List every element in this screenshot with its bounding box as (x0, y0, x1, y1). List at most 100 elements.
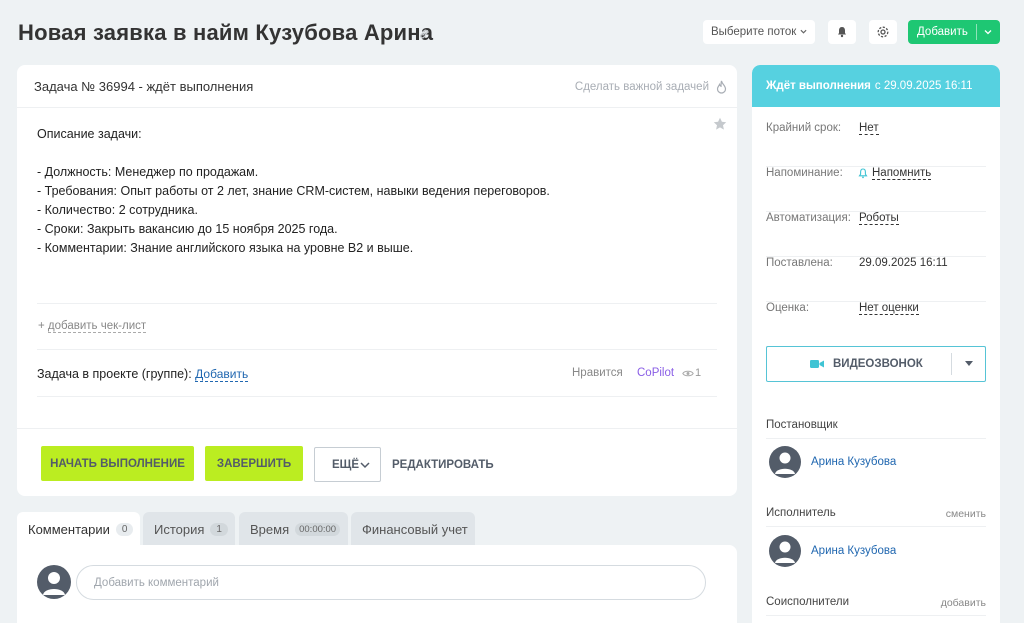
divider (37, 396, 717, 397)
like-button[interactable]: Нравится (572, 367, 623, 379)
assignee-label: Исполнитель (766, 507, 836, 519)
more-button[interactable]: ЕЩЁ (314, 447, 381, 482)
tab-time[interactable]: Время 00:00:00 (239, 512, 348, 546)
project-row: Задача в проекте (группе): Добавить (37, 367, 249, 382)
deadline-row: Крайний срок: Нет (766, 122, 986, 167)
deadline-value[interactable]: Нет (859, 122, 879, 135)
divider (976, 24, 977, 40)
description-line: - Сроки: Закрыть вакансию до 15 ноября 2… (37, 222, 338, 236)
finish-button[interactable]: ЗАВЕРШИТЬ (205, 446, 303, 481)
chevron-down-icon[interactable] (965, 361, 973, 367)
creator-label: Постановщик (766, 419, 838, 431)
bell-icon (858, 168, 868, 179)
change-assignee-link[interactable]: сменить (946, 508, 986, 520)
comments-area: Добавить комментарий (17, 545, 737, 623)
reminder-value[interactable]: Напомнить (872, 167, 932, 180)
assignee-person[interactable]: Арина Кузубова (769, 535, 969, 567)
avatar (769, 446, 801, 478)
sidebar: Ждёт выполнения с 29.09.2025 16:11 Крайн… (752, 65, 1000, 623)
automation-row: Автоматизация: Роботы (766, 212, 986, 257)
divider (951, 353, 952, 375)
tab-history[interactable]: История 1 (143, 512, 235, 546)
add-checklist[interactable]: + добавить чек-лист (38, 320, 147, 333)
divider (766, 615, 986, 616)
description-line: - Комментарии: Знание английского языка … (37, 241, 414, 255)
creator-person[interactable]: Арина Кузубова (769, 446, 969, 478)
video-camera-icon (810, 360, 824, 368)
avatar (37, 565, 71, 599)
tab-label: Комментарии (28, 521, 110, 537)
rating-label: Оценка: (766, 302, 810, 314)
comment-input[interactable]: Добавить комментарий (76, 565, 706, 600)
link-icon[interactable] (418, 28, 430, 40)
user-icon (775, 541, 795, 563)
divider (766, 526, 986, 527)
assignee-name[interactable]: Арина Кузубова (811, 545, 896, 557)
flow-select-label: Выберите поток (711, 26, 797, 38)
tab-comments[interactable]: Комментарии 0 (17, 512, 140, 546)
divider (37, 349, 717, 350)
tab-label: Финансовый учет (362, 521, 468, 537)
task-description: Описание задачи: - Должность: Менеджер п… (37, 125, 550, 258)
time-badge: 00:00:00 (295, 522, 341, 536)
add-project-link[interactable]: Добавить (195, 367, 249, 382)
flame-icon[interactable] (716, 80, 727, 94)
reminder-row: Напоминание: Напомнить (766, 167, 986, 212)
creator-name[interactable]: Арина Кузубова (811, 456, 896, 468)
status-header: Ждёт выполнения с 29.09.2025 16:11 (752, 65, 1000, 107)
top-bar: Новая заявка в найм Кузубова Арина Выбер… (0, 0, 1024, 62)
automation-label: Автоматизация: (766, 212, 851, 224)
start-button[interactable]: НАЧАТЬ ВЫПОЛНЕНИЕ (41, 446, 194, 481)
video-call-label: ВИДЕОЗВОНОК (833, 358, 923, 370)
count-badge: 0 (115, 522, 134, 536)
tab-finance[interactable]: Финансовый учет (351, 512, 475, 546)
created-row: Поставлена: 29.09.2025 16:11 (766, 257, 986, 302)
deadline-label: Крайний срок: (766, 122, 842, 134)
user-icon (775, 452, 795, 474)
coexecutors-label: Соисполнители (766, 596, 850, 608)
created-value: 29.09.2025 16:11 (859, 257, 948, 269)
task-card: Задача № 36994 - ждёт выполнения Сделать… (17, 65, 737, 496)
description-line: - Должность: Менеджер по продажам. (37, 165, 259, 179)
reminder-label: Напоминание: (766, 167, 843, 179)
automation-value[interactable]: Роботы (859, 212, 899, 225)
copilot-button[interactable]: CoPilot (637, 367, 674, 379)
divider (37, 303, 717, 304)
description-line: - Требования: Опыт работы от 2 лет, знан… (37, 184, 550, 198)
task-actions: НАЧАТЬ ВЫПОЛНЕНИЕ ЗАВЕРШИТЬ ЕЩЁ РЕДАКТИР… (17, 428, 737, 496)
flow-select[interactable]: Выберите поток (703, 20, 815, 44)
add-button-label: Добавить (917, 26, 968, 38)
description-line: - Количество: 2 сотрудника. (37, 203, 198, 217)
task-title: Задача № 36994 - ждёт выполнения (34, 79, 254, 94)
notifications-button[interactable] (828, 20, 856, 44)
chevron-down-icon (800, 29, 807, 34)
bell-icon (838, 27, 846, 38)
project-label: Задача в проекте (группе): (37, 367, 192, 381)
tab-label: История (154, 521, 205, 537)
rating-row: Оценка: Нет оценки (766, 302, 986, 347)
divider (766, 438, 986, 439)
created-label: Поставлена: (766, 257, 833, 269)
edit-button[interactable]: РЕДАКТИРОВАТЬ (392, 459, 494, 471)
settings-button[interactable] (869, 20, 897, 44)
star-icon[interactable] (713, 117, 727, 131)
add-button[interactable]: Добавить (908, 20, 1000, 44)
add-checklist-link[interactable]: добавить чек-лист (47, 320, 147, 333)
views-count: 1 (695, 367, 702, 379)
tab-label: Время (250, 521, 290, 537)
make-important-link[interactable]: Сделать важной задачей (575, 81, 709, 93)
user-icon (43, 572, 65, 595)
plus-icon: + (38, 320, 45, 332)
video-call-button[interactable]: ВИДЕОЗВОНОК (766, 346, 986, 382)
task-header: Задача № 36994 - ждёт выполнения Сделать… (17, 65, 737, 108)
add-coexecutor-link[interactable]: добавить (941, 597, 986, 609)
more-button-label: ЕЩЁ (332, 458, 360, 471)
rating-value[interactable]: Нет оценки (859, 302, 919, 315)
description-line (37, 144, 550, 163)
status-label: Ждёт выполнения (766, 80, 871, 92)
page-title: Новая заявка в найм Кузубова Арина (18, 20, 434, 45)
count-badge: 1 (210, 522, 228, 536)
chevron-down-icon[interactable] (984, 28, 992, 36)
gear-icon (877, 26, 889, 38)
chevron-down-icon (360, 462, 370, 469)
